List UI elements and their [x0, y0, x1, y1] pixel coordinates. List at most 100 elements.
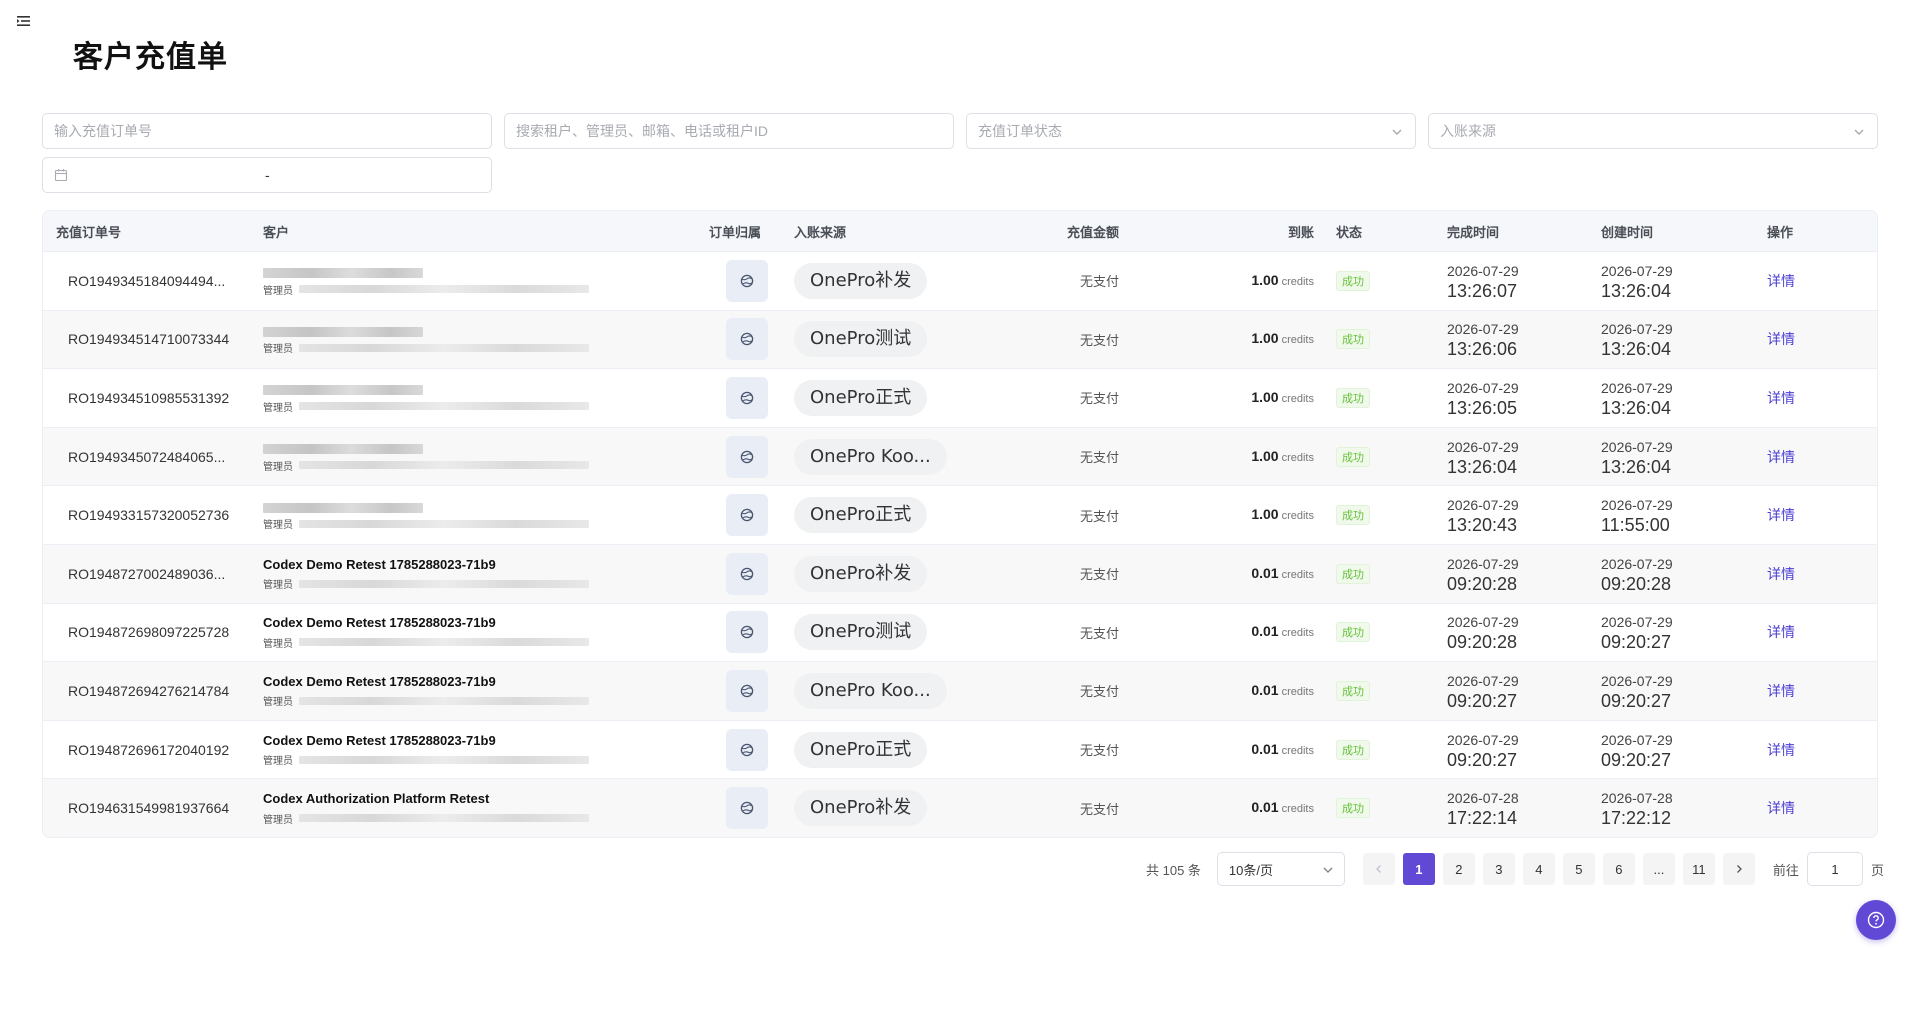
detail-link[interactable]: 详情 [1767, 566, 1795, 582]
completed-date: 2026-07-29 [1447, 438, 1519, 455]
search-input[interactable] [516, 123, 942, 139]
globe-icon[interactable] [725, 728, 768, 771]
page-button[interactable]: 6 [1602, 853, 1635, 885]
detail-link[interactable]: 详情 [1767, 449, 1795, 465]
customer-cell: Codex Authorization Platform Retest 管理员 [263, 791, 699, 826]
customer-contact-redacted [299, 343, 589, 352]
action-cell: 详情 [1755, 329, 1875, 349]
page-button[interactable]: 4 [1522, 853, 1555, 885]
globe-icon[interactable] [725, 669, 768, 712]
arrival-amount: 0.01 [1251, 623, 1279, 640]
created-time: 09:20:27 [1601, 690, 1672, 711]
status-badge: 成功 [1336, 387, 1370, 408]
created-time-cell: 2026-07-29 09:20:28 [1601, 554, 1755, 594]
status-select[interactable]: 充值订单状态 [966, 113, 1416, 149]
page-button[interactable]: 2 [1442, 853, 1475, 885]
source-cell: OnePro Koo... [794, 438, 1009, 475]
detail-link[interactable]: 详情 [1767, 273, 1795, 289]
completed-time-cell: 2026-07-29 13:26:06 [1447, 319, 1601, 359]
globe-icon[interactable] [725, 259, 768, 302]
customer-cell: Codex Demo Retest 1785288023-71b9 管理员 [263, 674, 699, 708]
completed-date: 2026-07-29 [1447, 321, 1519, 338]
customer-contact-redacted [299, 696, 589, 705]
customer-cell: Codex Demo Retest 1785288023-71b9 管理员 [263, 557, 699, 591]
detail-link[interactable]: 详情 [1767, 742, 1795, 758]
completed-time: 17:22:14 [1447, 808, 1518, 829]
next-page-button[interactable] [1722, 853, 1755, 885]
arrival-cell: 0.01 credits [1129, 741, 1324, 759]
amount-cell: 无支付 [1079, 567, 1119, 583]
globe-icon[interactable] [725, 376, 768, 419]
status-badge: 成功 [1336, 739, 1370, 760]
globe-icon[interactable] [725, 552, 768, 595]
customer-contact-redacted [299, 402, 589, 411]
amount-cell: 无支付 [1079, 508, 1119, 524]
source-cell: OnePro补发 [794, 555, 1009, 592]
created-time: 09:20:27 [1601, 749, 1672, 770]
date-range-picker[interactable]: - [42, 157, 492, 193]
created-date: 2026-07-29 [1601, 321, 1673, 338]
order-no-field[interactable] [42, 113, 492, 149]
completed-time-cell: 2026-07-29 09:20:27 [1447, 730, 1601, 770]
source-cell: OnePro补发 [794, 790, 1009, 827]
globe-icon[interactable] [725, 494, 768, 537]
detail-link[interactable]: 详情 [1767, 507, 1795, 523]
status-cell: 成功 [1324, 798, 1447, 819]
globe-icon[interactable] [725, 787, 768, 830]
source-pill: OnePro测试 [794, 614, 928, 651]
order-no-input[interactable] [54, 123, 480, 139]
detail-link[interactable]: 详情 [1767, 800, 1795, 816]
globe-icon[interactable] [725, 435, 768, 478]
source-pill: OnePro测试 [794, 321, 928, 358]
page-button[interactable]: 3 [1482, 853, 1515, 885]
completed-time: 13:26:07 [1447, 280, 1518, 301]
globe-icon[interactable] [725, 318, 768, 361]
arrival-cell: 0.01 credits [1129, 623, 1324, 641]
detail-link[interactable]: 详情 [1767, 390, 1795, 406]
globe-icon[interactable] [725, 611, 768, 654]
detail-link[interactable]: 详情 [1767, 331, 1795, 347]
help-button[interactable] [1856, 900, 1896, 940]
action-cell: 详情 [1755, 447, 1875, 467]
menu-fold-icon[interactable] [16, 14, 32, 28]
owner-cell [699, 787, 794, 830]
arrival-amount: 0.01 [1251, 799, 1279, 816]
source-select[interactable]: 入账来源 [1428, 113, 1878, 149]
table-row: RO1949345184094494... 管理员 OnePro补发 无支付 1.00 c… [43, 251, 1877, 310]
completed-time: 09:20:27 [1447, 690, 1518, 711]
page-ellipsis-button[interactable]: ... [1642, 853, 1675, 885]
search-field[interactable] [504, 113, 954, 149]
status-badge: 成功 [1336, 505, 1370, 526]
source-cell: OnePro测试 [794, 321, 1009, 358]
status-cell: 成功 [1324, 680, 1447, 701]
status-cell: 成功 [1324, 329, 1447, 350]
order-no-cell: RO194872694276214784 [68, 682, 230, 699]
owner-cell [699, 435, 794, 478]
completed-time: 13:26:06 [1447, 339, 1518, 360]
source-pill: OnePro正式 [794, 497, 928, 534]
completed-time: 13:20:43 [1447, 515, 1518, 536]
page-button[interactable]: 11 [1682, 853, 1715, 885]
source-pill: OnePro补发 [794, 262, 928, 299]
table-row: RO194631549981937664 Codex Authorization … [43, 778, 1877, 837]
detail-link[interactable]: 详情 [1767, 683, 1795, 699]
source-cell: OnePro测试 [794, 614, 1009, 651]
amount-cell: 无支付 [1079, 274, 1119, 290]
header-owner: 订单归属 [709, 224, 762, 240]
prev-page-button[interactable] [1362, 853, 1395, 885]
detail-link[interactable]: 详情 [1767, 624, 1795, 640]
header-completed: 完成时间 [1447, 224, 1500, 240]
amount-cell: 无支付 [1079, 684, 1119, 700]
arrival-unit: credits [1281, 451, 1314, 464]
customer-cell: 管理员 [263, 265, 699, 297]
table-row: RO194872696172040192 Codex Demo Retest 17… [43, 719, 1877, 779]
page-button[interactable]: 1 [1402, 853, 1435, 885]
completed-time-cell: 2026-07-29 09:20:28 [1447, 612, 1601, 652]
page-size-select[interactable]: 10条/页 [1216, 852, 1345, 886]
customer-cell: Codex Demo Retest 1785288023-71b9 管理员 [263, 615, 699, 650]
page-button[interactable]: 5 [1562, 853, 1595, 885]
created-date: 2026-07-29 [1601, 379, 1673, 396]
status-cell: 成功 [1324, 270, 1447, 291]
table-body: RO1949345184094494... 管理员 OnePro补发 无支付 1.00 c… [43, 251, 1877, 837]
goto-page-input[interactable] [1806, 852, 1863, 886]
